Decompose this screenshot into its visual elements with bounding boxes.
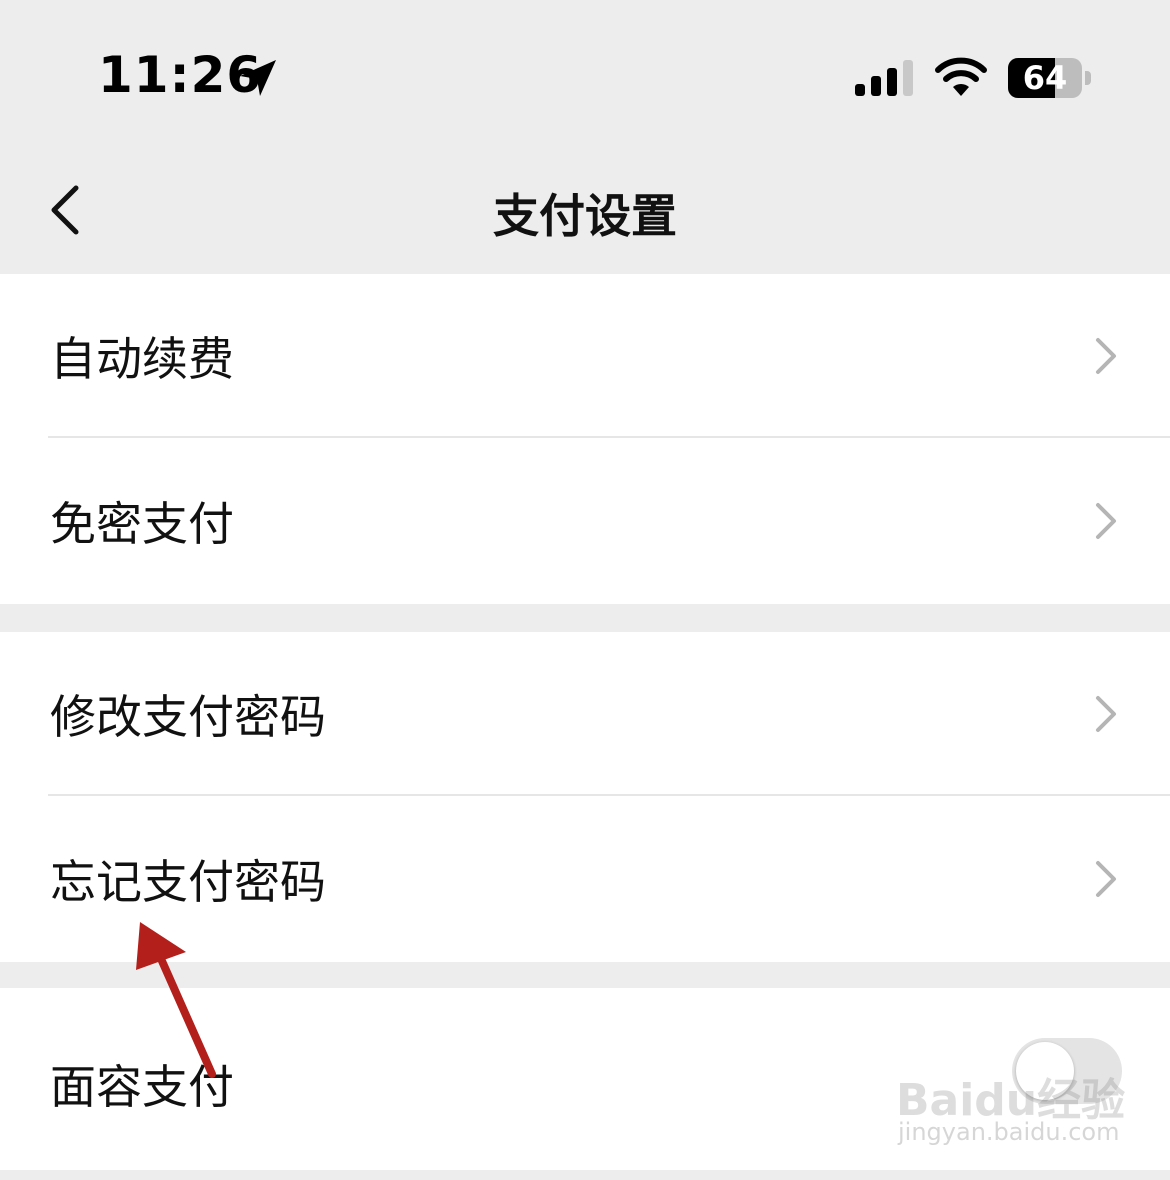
settings-row-password-free-payment[interactable]: 免密支付 [0, 438, 1170, 604]
settings-group-2: 修改支付密码 忘记支付密码 [0, 632, 1170, 962]
row-label: 自动续费 [50, 332, 234, 386]
battery-indicator: 64 [1008, 58, 1092, 98]
settings-row-change-payment-password[interactable]: 修改支付密码 [0, 632, 1170, 796]
settings-row-forgot-payment-password[interactable]: 忘记支付密码 [0, 796, 1170, 962]
watermark-url: jingyan.baidu.com [898, 1118, 1120, 1146]
chevron-right-icon [1096, 696, 1116, 732]
status-bar: 11:26 64 [0, 0, 1170, 150]
wifi-icon [935, 57, 987, 96]
settings-row-auto-renewal[interactable]: 自动续费 [0, 274, 1170, 438]
row-label: 免密支付 [50, 497, 234, 551]
row-label: 修改支付密码 [50, 690, 326, 744]
battery-body: 64 [1008, 58, 1082, 98]
row-label: 面容支付 [50, 1060, 234, 1114]
page-title: 支付设置 [493, 189, 677, 243]
settings-group-1: 自动续费 免密支付 [0, 274, 1170, 604]
chevron-right-icon [1096, 503, 1116, 539]
chevron-right-icon [1096, 338, 1116, 374]
cellular-signal-icon [855, 60, 913, 96]
chevron-right-icon [1096, 861, 1116, 897]
row-label: 忘记支付密码 [50, 855, 326, 909]
battery-tip [1085, 71, 1091, 85]
battery-level: 64 [1022, 59, 1068, 97]
location-arrow-icon [240, 60, 276, 96]
